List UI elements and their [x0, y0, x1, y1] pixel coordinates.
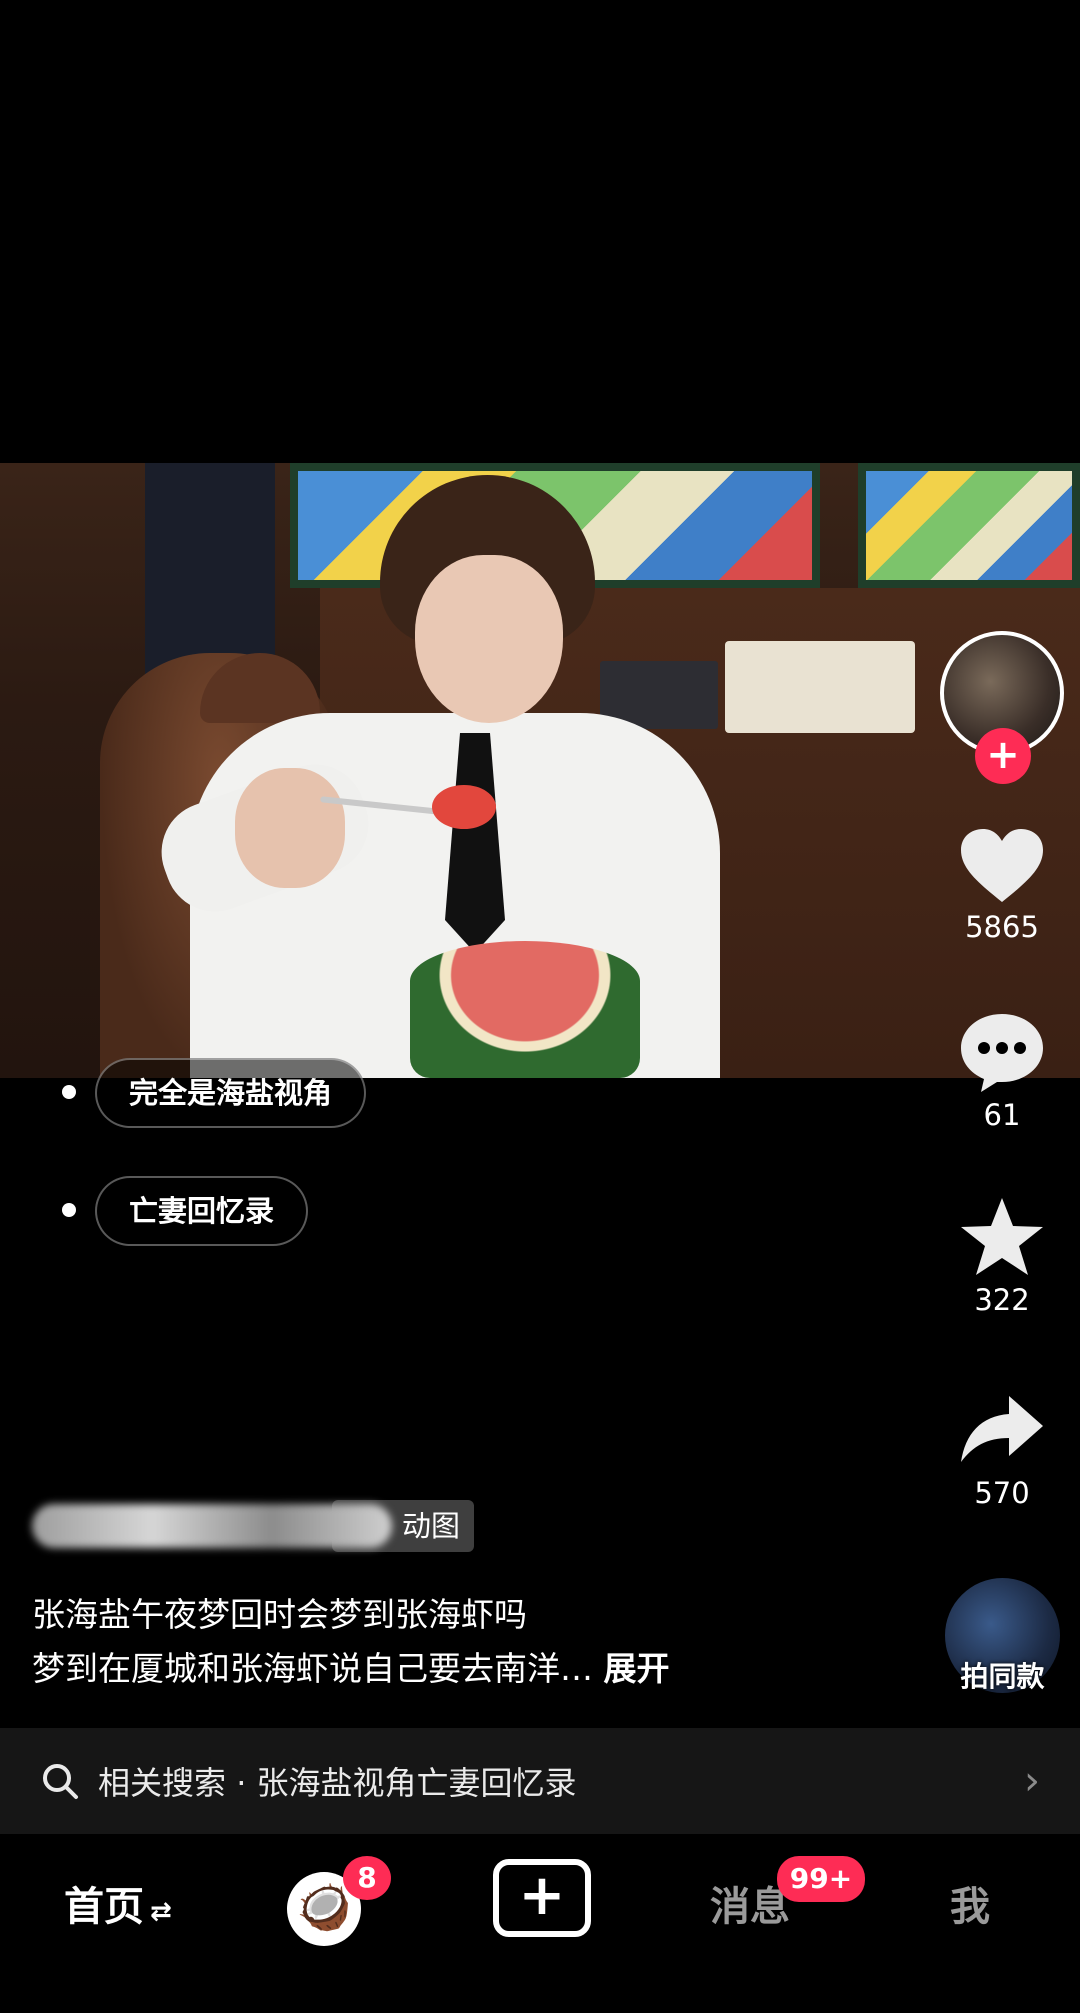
- related-search-bar[interactable]: 相关搜索 · 张海盐视角亡妻回忆录 ›: [0, 1728, 1080, 1834]
- expand-link[interactable]: 展开: [604, 1649, 670, 1688]
- watermelon-scoop: [432, 785, 496, 829]
- light-box: [725, 641, 915, 733]
- comment-icon: [961, 1014, 1043, 1092]
- person-face: [415, 555, 563, 723]
- notification-badge: 8: [343, 1856, 391, 1900]
- video-frame[interactable]: [0, 463, 1080, 1078]
- nav-home[interactable]: 首页 ⇄: [64, 1874, 172, 1932]
- chip-label: 图: [431, 1509, 461, 1543]
- swap-icon: ⇄: [150, 1897, 172, 1927]
- caption-line: 张海盐午夜梦回时会梦到张海虾吗: [32, 1595, 527, 1634]
- related-search-separator: ·: [236, 1764, 247, 1802]
- like-count: 5865: [965, 910, 1039, 944]
- bottom-nav: 首页 ⇄ 🥥 8 + 消息 99+ 我: [0, 1834, 1080, 2013]
- tag-dot: [62, 1203, 76, 1217]
- comment-button[interactable]: 61: [937, 1010, 1067, 1132]
- chip-prefix: 动: [402, 1509, 432, 1543]
- watermelon-half: [410, 941, 640, 1078]
- heart-icon: [961, 829, 1043, 902]
- comment-count: 61: [983, 1098, 1021, 1132]
- share-count: 570: [974, 1476, 1030, 1510]
- chevron-right-icon: ›: [1024, 1758, 1040, 1804]
- like-button[interactable]: 5865: [937, 826, 1067, 944]
- nav-me[interactable]: 我: [950, 1874, 990, 1932]
- share-arrow-icon: [961, 1396, 1043, 1462]
- create-plus-button[interactable]: +: [493, 1859, 591, 1937]
- related-search-query: 张海盐视角亡妻回忆录: [256, 1764, 577, 1802]
- video-caption[interactable]: 张海盐午夜梦回时会梦到张海虾吗 梦到在厦城和张海虾说自己要去南洋… 展开: [32, 1588, 832, 1696]
- favorite-button[interactable]: 322: [937, 1195, 1067, 1317]
- stained-glass-window: [858, 463, 1080, 588]
- nav-home-label: 首页: [64, 1884, 144, 1930]
- search-icon: [43, 1764, 78, 1799]
- author-name-blurred: [32, 1504, 392, 1548]
- messages-badge: 99+: [777, 1856, 865, 1902]
- follow-plus-icon[interactable]: +: [975, 728, 1031, 784]
- tag-chip[interactable]: 完全是海盐视角: [95, 1058, 367, 1128]
- share-button[interactable]: 570: [937, 1392, 1067, 1510]
- tag-dot: [62, 1085, 76, 1099]
- author-row[interactable]: 动图: [32, 1500, 475, 1552]
- caption-line: 梦到在厦城和张海虾说自己要去南洋…: [32, 1649, 593, 1688]
- favorite-count: 322: [974, 1283, 1030, 1317]
- same-style-label[interactable]: 拍同款: [940, 1655, 1065, 1695]
- related-search-text: 相关搜索 · 张海盐视角亡妻回忆录: [98, 1758, 1024, 1804]
- star-icon: [961, 1198, 1043, 1275]
- related-search-prefix: 相关搜索: [98, 1764, 227, 1802]
- person-hand: [235, 768, 345, 888]
- tag-chip[interactable]: 亡妻回忆录: [95, 1176, 309, 1246]
